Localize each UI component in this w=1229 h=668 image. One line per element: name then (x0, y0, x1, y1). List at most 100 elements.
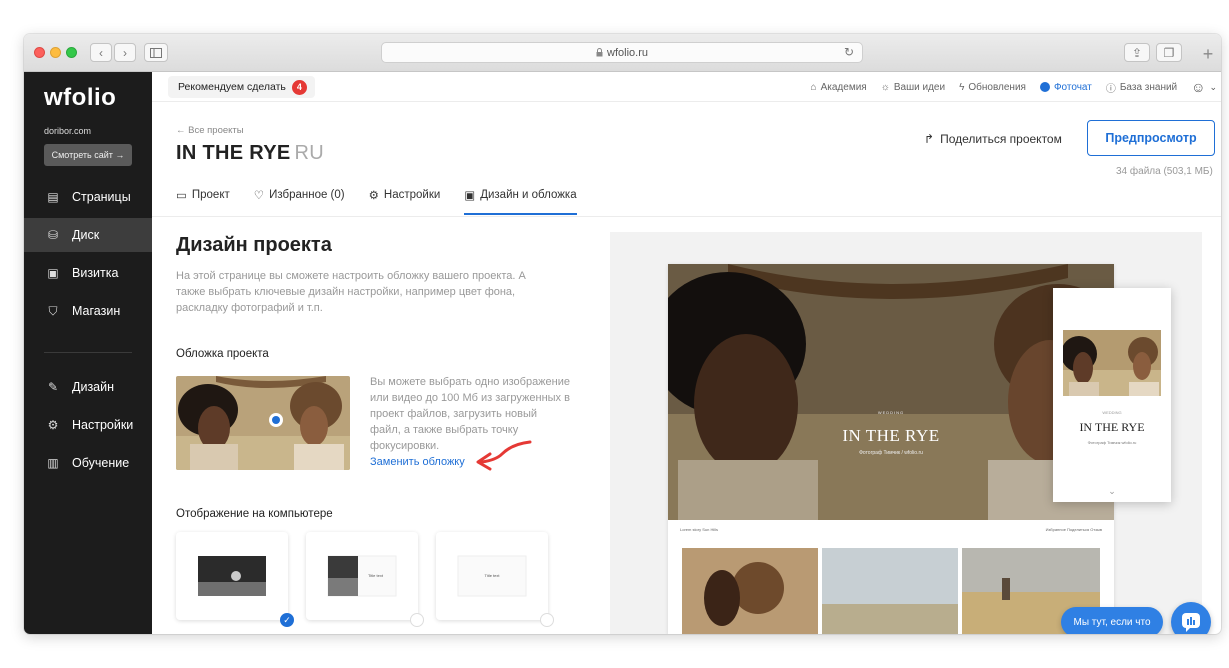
share-browser-button[interactable]: ⇪ (1124, 43, 1150, 62)
chevron-right-icon: › (123, 45, 127, 60)
sidebar-toggle-button[interactable] (144, 43, 168, 62)
site-domain: doribor.com (44, 126, 92, 136)
forward-button[interactable]: › (114, 43, 136, 62)
help-icon: ⓘ (1105, 83, 1116, 95)
sidebar-item-disk[interactable]: ⛁ Диск (24, 218, 152, 252)
hero-kicker: WEDDING (877, 410, 905, 415)
tabs-overview-button[interactable]: ❐ (1156, 43, 1182, 62)
sidebar-item-learning[interactable]: ▥ Обучение (24, 446, 152, 480)
mobile-preview-mockup: WEDDING IN THE RYE Фотограф Тимчик wfoli… (1053, 288, 1171, 502)
mobile-subtitle: Фотограф Тимчик wfolio.ru (1087, 440, 1137, 445)
desktop-preview-mockup: WEDDING IN THE RYE Фотограф Тимчик / wfo… (668, 264, 1114, 634)
page-icon: ▤ (47, 190, 59, 204)
preview-nav-left: Lorem story Sun Hills (680, 527, 719, 532)
sidebar-item-card[interactable]: ▣ Визитка (24, 256, 152, 290)
preview-button[interactable]: Предпросмотр (1087, 120, 1215, 156)
share-project-button[interactable]: ↱ Поделиться проектом (924, 132, 1062, 146)
academy-label: Академия (820, 81, 867, 93)
tabs-icon: ❐ (1163, 45, 1175, 60)
project-lang: RU (294, 142, 324, 164)
browser-window: ‹ › wfolio.ru ↻ ⇪ ❐ + wfolio doribor.com… (24, 34, 1221, 634)
sidebar-item-shop[interactable]: ⛉ Магазин (24, 294, 152, 328)
cover-heading: Обложка проекта (176, 348, 269, 360)
knowledge-label: База знаний (1119, 81, 1178, 93)
tab-favorites[interactable]: ♡ Избранное (0) (254, 180, 345, 210)
tab-label: Избранное (0) (269, 189, 345, 201)
share-icon: ⇪ (1131, 45, 1143, 60)
minimize-window-button[interactable] (50, 47, 61, 58)
tab-label: Настройки (383, 189, 441, 201)
academy-link[interactable]: ⌂ Академия (811, 82, 867, 93)
cover-thumbnail[interactable] (176, 376, 350, 470)
help-chat-button[interactable] (1171, 602, 1211, 634)
photochat-link[interactable]: Фоточат (1039, 81, 1092, 93)
sidebar-item-pages[interactable]: ▤ Страницы (24, 180, 152, 214)
radio-unselected (540, 613, 554, 627)
top-links: ⌂ Академия ☼ Ваши идеи ϟ Обновления Фоточат… (811, 72, 1217, 102)
preview-nav-right: Избранное Поделиться Отзыв (1045, 527, 1102, 532)
hero-subtitle: Фотограф Тимчик / wfolio.ru (859, 450, 923, 456)
help-chat-pill[interactable]: Мы тут, если что (1061, 607, 1163, 634)
chat-bubble-icon (1182, 613, 1200, 632)
account-menu-button[interactable]: ☺ ⌄ (1191, 79, 1217, 95)
knowledge-base-link[interactable]: ⓘ База знаний (1106, 80, 1177, 95)
all-projects-link[interactable]: ← Все проекты (176, 125, 244, 136)
app-topbar: Рекомендуем сделать 4 ⌂ Академия ☼ Ваши ид… (152, 72, 1221, 102)
gear-icon: ⚙ (368, 190, 379, 202)
address-bar[interactable]: wfolio.ru ↻ (381, 42, 863, 63)
mobile-photo (1063, 330, 1161, 396)
sidebar-item-label: Страницы (72, 190, 131, 204)
recommend-button[interactable]: Рекомендуем сделать 4 (168, 76, 315, 98)
logo[interactable]: wfolio (44, 84, 116, 112)
layout-option-fullscreen[interactable]: ✓ (176, 532, 294, 627)
chevron-down-icon: ⌄ (1209, 81, 1217, 92)
design-heading: Дизайн проекта (176, 234, 332, 256)
sidebar-item-design[interactable]: ✎ Дизайн (24, 370, 152, 404)
preview-gallery (682, 548, 1100, 634)
selected-check-icon: ✓ (280, 613, 294, 627)
recommend-label: Рекомендуем сделать (178, 81, 286, 93)
replace-cover-link[interactable]: Заменить обложку (370, 456, 465, 468)
tab-project[interactable]: ▭ Проект (176, 180, 230, 210)
layout-option-text[interactable]: Title text (436, 532, 554, 627)
tab-settings[interactable]: ⚙ Настройки (369, 180, 441, 210)
sidebar-item-settings[interactable]: ⚙ Настройки (24, 408, 152, 442)
user-icon: ☺ (1191, 79, 1206, 95)
share-label: Поделиться проектом (940, 132, 1062, 146)
hero-image: WEDDING IN THE RYE Фотограф Тимчик / wfo… (668, 264, 1114, 520)
sidebar-item-label: Магазин (72, 304, 121, 318)
layout-title-text: Title text (484, 573, 500, 578)
cover-photo (176, 376, 350, 470)
brush-icon: ✎ (47, 380, 59, 394)
sidebar-item-label: Настройки (72, 418, 134, 432)
graduation-cap-icon: ⌂ (810, 81, 817, 93)
radio-unselected (410, 613, 424, 627)
layout-option-split[interactable]: Title text (306, 532, 424, 627)
book-icon: ▥ (47, 456, 59, 470)
layout-preview (198, 556, 266, 596)
reload-icon[interactable]: ↻ (844, 45, 854, 59)
lightbulb-icon: ☼ (880, 81, 890, 93)
close-window-button[interactable] (34, 47, 45, 58)
cover-help-text: Вы можете выбрать одно изображение или в… (370, 376, 570, 452)
file-count: 34 файла (503,1 МБ) (1116, 166, 1213, 177)
maximize-window-button[interactable] (66, 47, 77, 58)
ideas-link[interactable]: ☼ Ваши идеи (881, 82, 945, 93)
sidebar-divider (44, 352, 132, 353)
layout-preview (327, 555, 397, 597)
updates-link[interactable]: ϟ Обновления (959, 82, 1026, 93)
tab-design[interactable]: ▣ Дизайн и обложка (464, 180, 577, 215)
cart-icon: ⛉ (48, 303, 58, 318)
photochat-label: Фоточат (1053, 81, 1092, 93)
hero-photo (668, 264, 1114, 520)
chevron-down-icon: ⌄ (1108, 486, 1116, 496)
project-title: IN THE RYE RU (176, 142, 324, 165)
folder-icon: ▭ (176, 190, 187, 202)
tab-label: Проект (191, 189, 230, 201)
design-description: На этой странице вы сможете настроить об… (176, 270, 526, 314)
sidebar-item-label: Обучение (72, 456, 130, 470)
heart-icon: ♡ (253, 190, 265, 202)
back-button[interactable]: ‹ (90, 43, 112, 62)
view-site-button[interactable]: Смотреть сайт → (44, 144, 132, 166)
new-tab-button[interactable]: + (1195, 44, 1221, 72)
